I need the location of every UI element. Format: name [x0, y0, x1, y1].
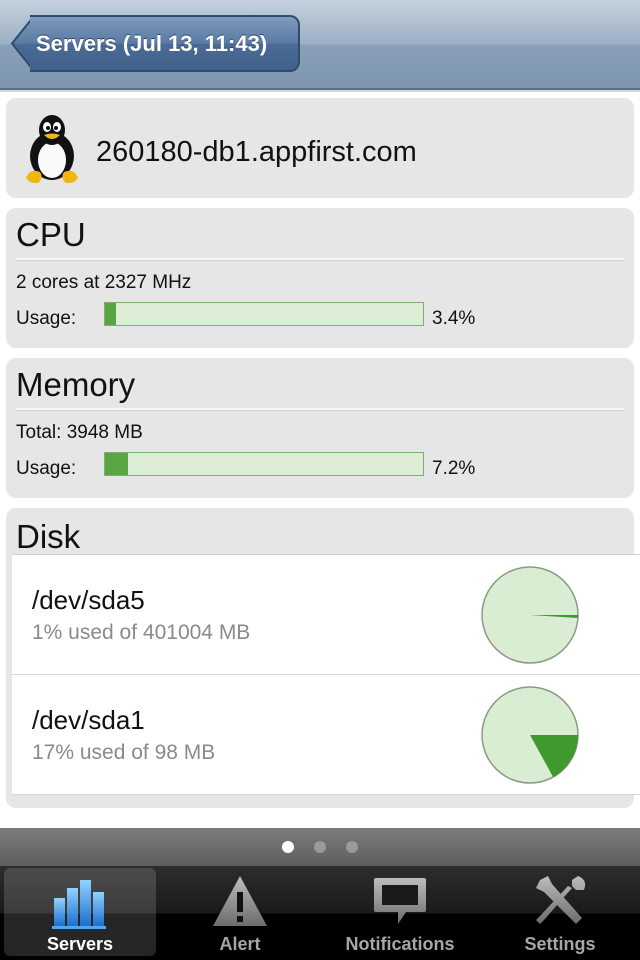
- page-dot-1[interactable]: [282, 841, 294, 853]
- page-control[interactable]: [0, 828, 640, 866]
- disk-usage-text: 17% used of 98 MB: [32, 741, 216, 764]
- disk-list: /dev/sda5 1% used of 401004 MB /dev/sda1…: [12, 554, 640, 795]
- page-dot-2[interactable]: [314, 841, 326, 853]
- navigation-bar: Servers (Jul 13, 11:43): [0, 0, 640, 90]
- settings-tools-icon: [536, 876, 586, 924]
- disk-usage-pie-icon: [481, 566, 579, 664]
- cpu-title: CPU: [16, 216, 86, 253]
- server-detail-content[interactable]: 260180-db1.appfirst.com CPU 2 cores at 2…: [0, 92, 640, 828]
- memory-card: Memory Total: 3948 MB Usage: 7.2%: [6, 358, 634, 498]
- memory-usage-label: Usage:: [16, 458, 77, 479]
- servers-chart-icon: [52, 880, 106, 929]
- tab-servers-label: Servers: [46, 934, 114, 954]
- tab-alert-label: Alert: [219, 934, 261, 954]
- disk-usage-text: 1% used of 401004 MB: [32, 621, 251, 644]
- disk-title: Disk: [16, 518, 81, 555]
- cpu-info: 2 cores at 2327 MHz: [16, 272, 192, 293]
- cpu-divider: [16, 258, 624, 261]
- memory-usage-value: 7.2%: [432, 458, 476, 479]
- memory-usage-bar: [104, 452, 424, 476]
- tab-servers[interactable]: Servers: [0, 866, 160, 960]
- back-button-body: Servers (Jul 13, 11:43): [30, 15, 300, 72]
- tab-notifications[interactable]: Notifications: [320, 866, 480, 960]
- tab-settings-label: Settings: [524, 934, 596, 954]
- back-button-label: Servers (Jul 13, 11:43): [36, 30, 268, 56]
- cpu-usage-value: 3.4%: [432, 308, 476, 329]
- disk-usage-pie-icon: [481, 686, 579, 784]
- cpu-card: CPU 2 cores at 2327 MHz Usage: 3.4%: [6, 208, 634, 348]
- back-button[interactable]: Servers (Jul 13, 11:43): [10, 15, 300, 72]
- host-card: 260180-db1.appfirst.com: [6, 98, 634, 198]
- host-name: 260180-db1.appfirst.com: [96, 136, 417, 168]
- tab-alert[interactable]: Alert: [160, 866, 320, 960]
- page-dot-3[interactable]: [346, 841, 358, 853]
- disk-name: /dev/sda1: [32, 705, 145, 735]
- memory-divider: [16, 408, 624, 411]
- notifications-speech-icon: [374, 878, 426, 924]
- disk-row[interactable]: /dev/sda1 17% used of 98 MB: [12, 675, 640, 795]
- memory-usage-bar-fill: [105, 453, 128, 475]
- memory-title: Memory: [16, 366, 136, 403]
- alert-warning-icon: [213, 876, 267, 926]
- tab-notifications-label: Notifications: [345, 934, 455, 954]
- cpu-usage-bar-fill: [105, 303, 116, 325]
- tab-bar: Servers Alert Notifications Settings: [0, 866, 640, 960]
- tab-settings[interactable]: Settings: [480, 866, 640, 960]
- cpu-usage-bar: [104, 302, 424, 326]
- cpu-usage-label: Usage:: [16, 308, 77, 329]
- linux-tux-icon: [26, 115, 78, 184]
- disk-name: /dev/sda5: [32, 585, 145, 615]
- disk-row[interactable]: /dev/sda5 1% used of 401004 MB: [12, 555, 640, 675]
- memory-info: Total: 3948 MB: [16, 422, 143, 443]
- disk-card: Disk /dev/sda5 1% used of 401004 MB /dev…: [6, 508, 640, 808]
